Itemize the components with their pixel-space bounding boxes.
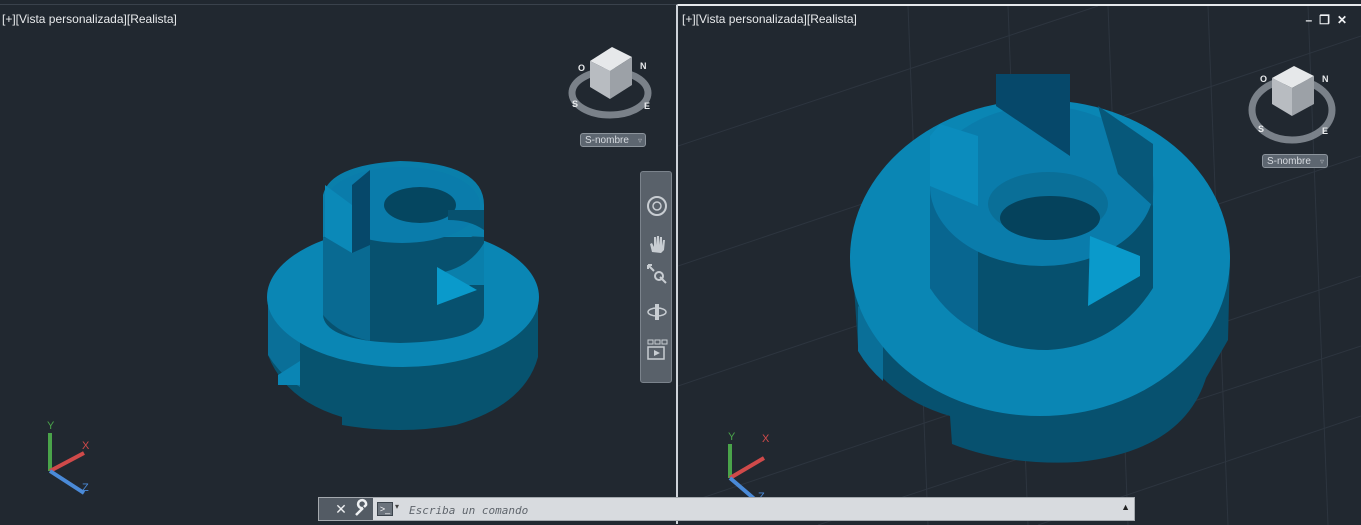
named-view-label: S-nombre xyxy=(585,135,629,146)
ucs-icon: Y X Z xyxy=(47,420,90,495)
close-command-line-button[interactable]: ✕ xyxy=(331,498,351,520)
ucs-icon: Y X Z xyxy=(728,431,770,504)
minimize-button[interactable]: – xyxy=(1305,14,1312,26)
compass-e: E xyxy=(1322,126,1328,136)
axis-y-label: Y xyxy=(728,431,736,443)
left-viewport[interactable]: [+][Vista personalizada][Realista] S E O… xyxy=(0,4,678,524)
close-button[interactable]: ✕ xyxy=(1337,14,1347,26)
navigation-bar xyxy=(640,171,672,383)
zoom-extents-icon[interactable] xyxy=(645,262,669,286)
recent-commands-dropdown[interactable]: ▾ xyxy=(395,502,399,511)
named-view-dropdown[interactable]: S-nombre ▿ xyxy=(580,133,646,147)
axis-z-label: Z xyxy=(82,482,89,494)
viewcube[interactable]: S E O N xyxy=(1248,60,1344,144)
restore-button[interactable]: ❐ xyxy=(1319,14,1330,26)
right-viewport[interactable]: [+][Vista personalizada][Realista] – ❐ ✕… xyxy=(678,4,1361,525)
compass-e: E xyxy=(644,101,650,111)
named-view-dropdown[interactable]: S-nombre ▿ xyxy=(1262,154,1328,168)
compass-n: N xyxy=(640,61,647,71)
axis-x-label: X xyxy=(82,440,90,452)
showmotion-icon[interactable] xyxy=(645,338,669,362)
named-view-label: S-nombre xyxy=(1267,156,1311,167)
compass-s: S xyxy=(1258,124,1264,134)
compass-s: S xyxy=(572,99,578,109)
axis-x-label: X xyxy=(762,433,770,445)
orbit-icon[interactable] xyxy=(645,300,669,324)
command-line: ✕ >_ ▾ ▲ xyxy=(318,497,1135,521)
compass-n: N xyxy=(1322,74,1329,84)
window-controls: – ❐ ✕ xyxy=(1305,14,1347,26)
compass-w: O xyxy=(578,63,585,73)
command-input[interactable] xyxy=(407,500,1101,520)
axis-y-label: Y xyxy=(47,420,55,432)
viewcube[interactable]: S E O N xyxy=(566,41,662,121)
steering-wheel-icon[interactable] xyxy=(645,194,669,218)
customize-button[interactable] xyxy=(351,498,373,520)
wrench-icon xyxy=(355,498,368,516)
compass-w: O xyxy=(1260,74,1267,84)
dropdown-icon: ▿ xyxy=(1319,157,1324,166)
dropdown-icon: ▿ xyxy=(637,136,642,145)
command-prompt-icon[interactable]: >_ xyxy=(377,502,393,516)
command-history-button[interactable]: ▲ xyxy=(1121,502,1130,512)
drag-handle[interactable] xyxy=(319,498,331,520)
pan-hand-icon[interactable] xyxy=(645,232,669,256)
